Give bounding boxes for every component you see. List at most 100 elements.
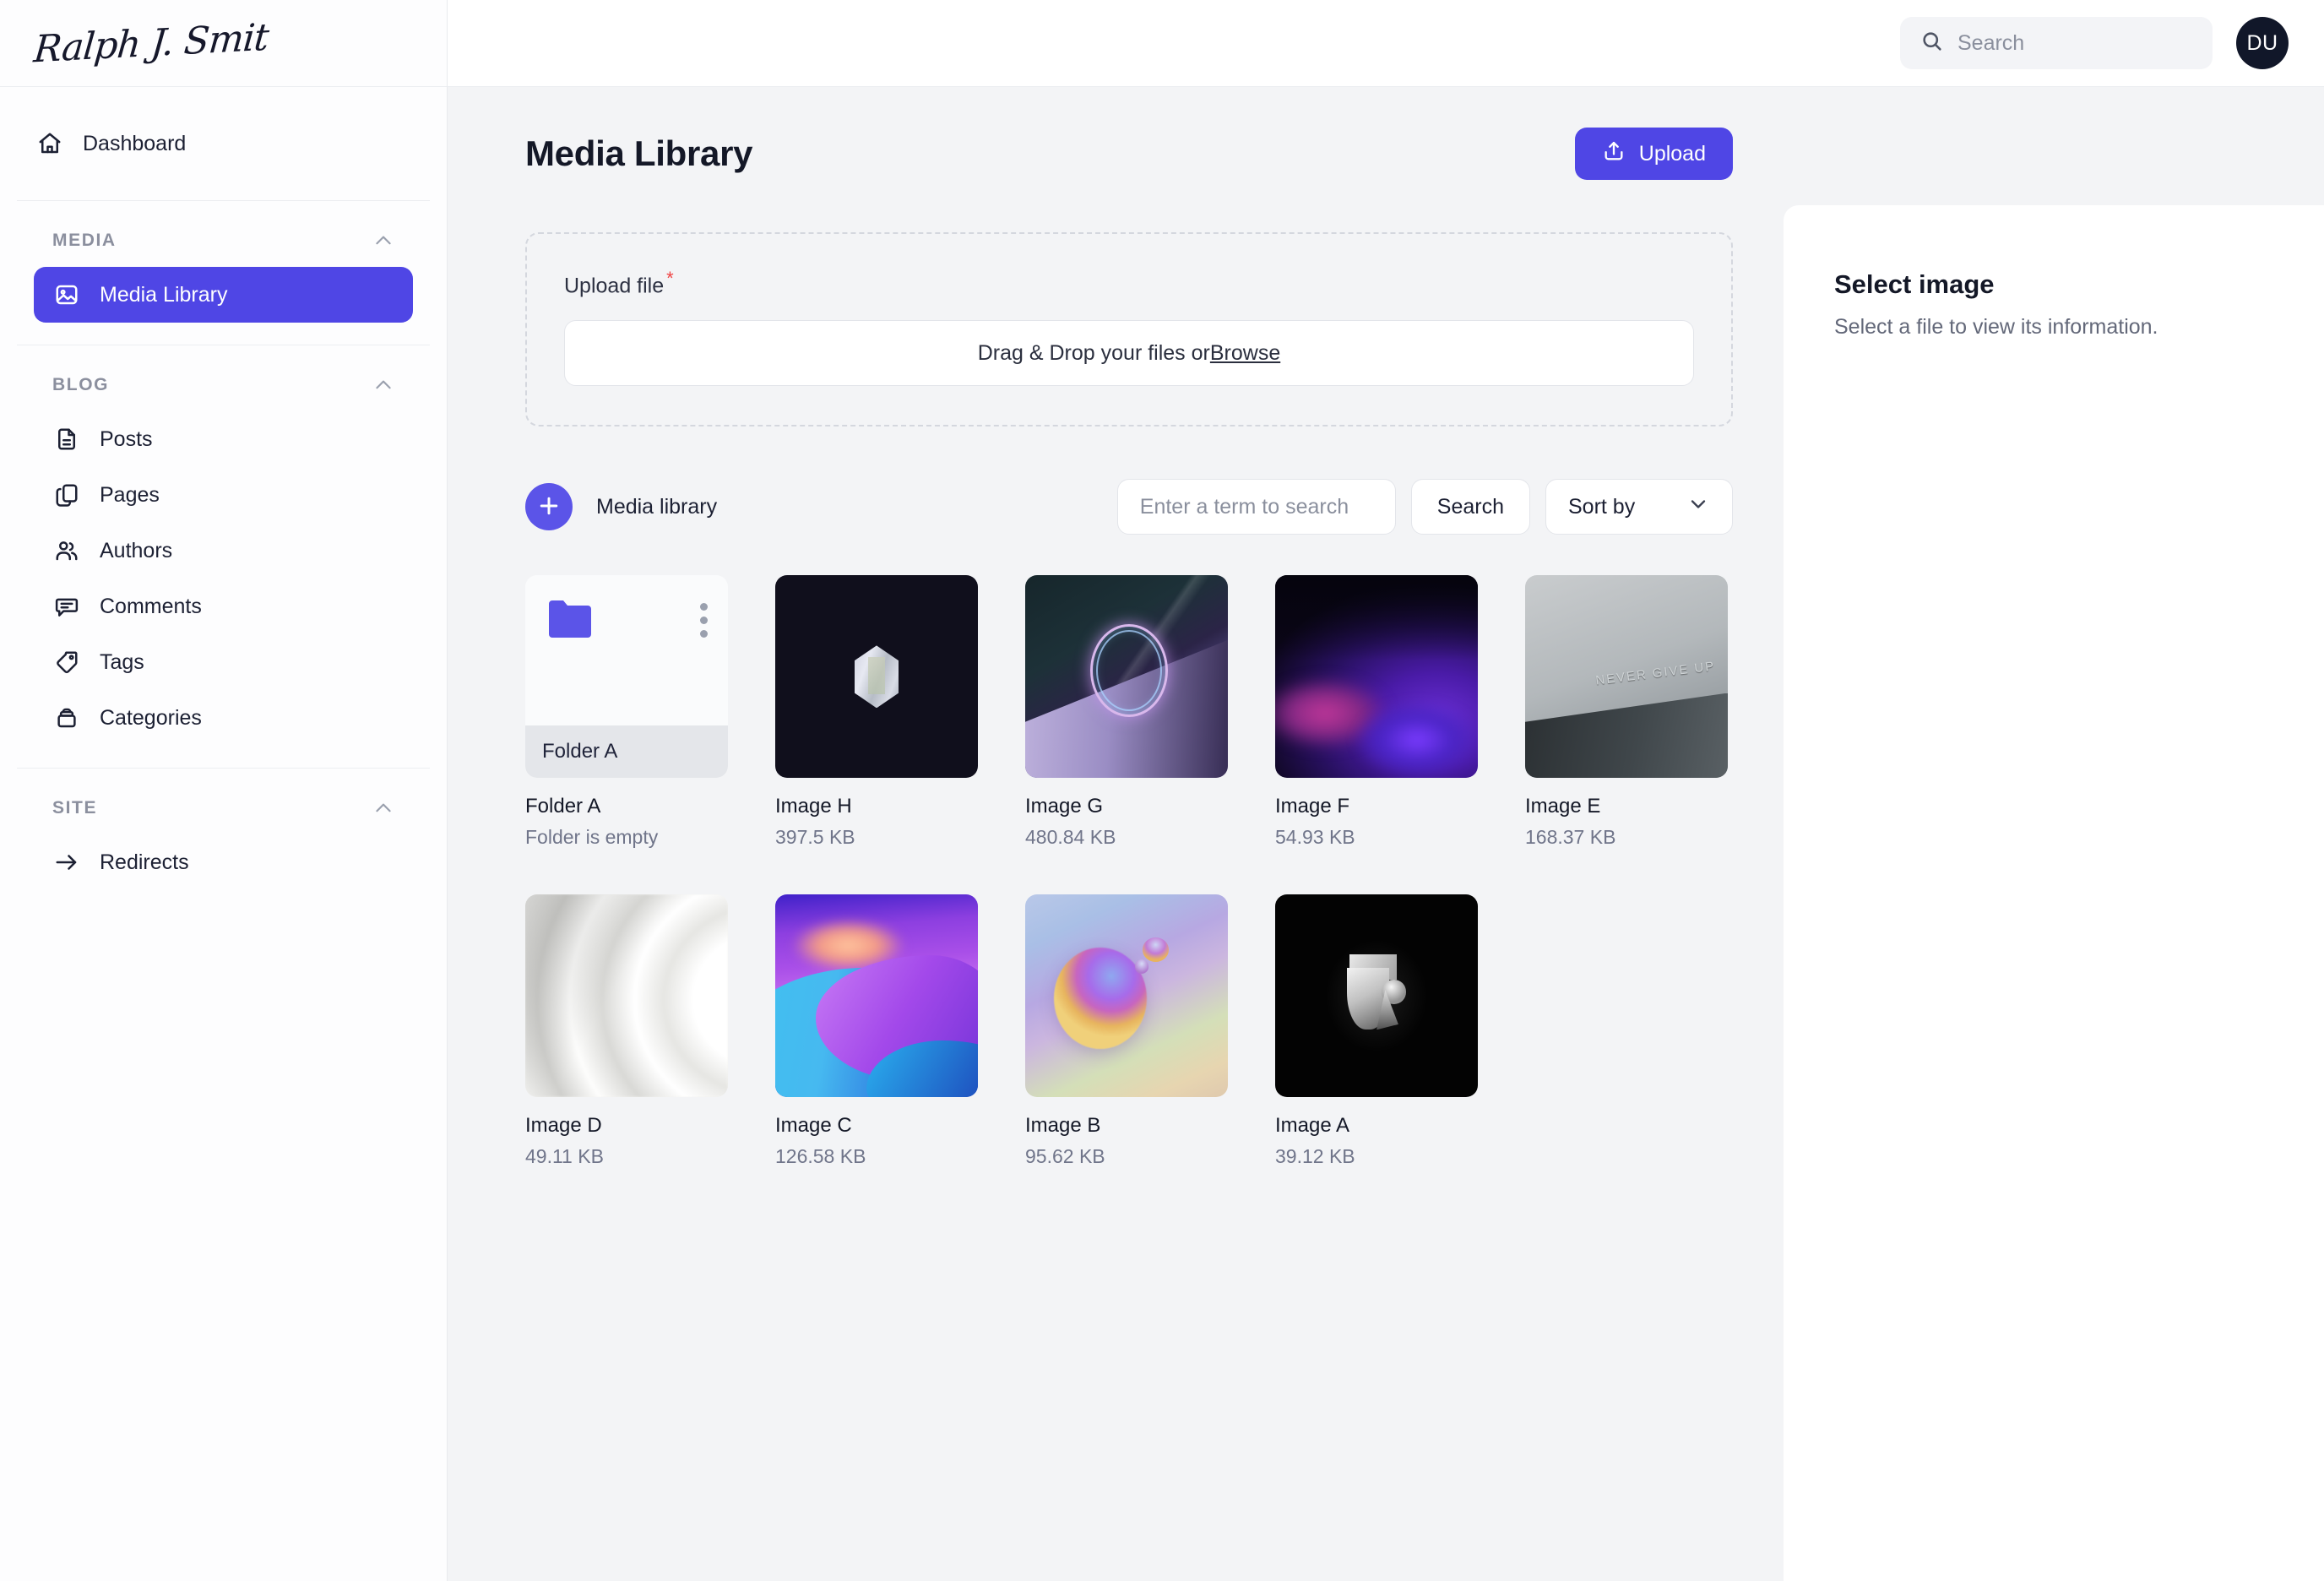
sidebar-item-pages[interactable]: Pages <box>34 467 413 523</box>
media-tile-meta: 39.12 KB <box>1275 1145 1355 1168</box>
library-search-input[interactable] <box>1116 479 1396 535</box>
media-tile-name: Image G <box>1025 795 1104 818</box>
media-tile-image-h[interactable]: Image H 397.5 KB <box>775 575 978 849</box>
media-tile-name: Image H <box>775 795 852 818</box>
media-tile-meta: 126.58 KB <box>775 1145 866 1168</box>
toolbar-controls: Search Sort by <box>1116 479 1733 535</box>
media-tile-name: Folder A <box>525 795 601 818</box>
comment-icon <box>52 592 81 621</box>
media-tile-image-a[interactable]: Image A 39.12 KB <box>1275 894 1478 1168</box>
folder-options-menu[interactable] <box>700 599 708 725</box>
sidebar-item-posts[interactable]: Posts <box>34 411 413 467</box>
sidebar-item-media-library[interactable]: Media Library <box>34 267 413 323</box>
sort-by-select[interactable]: Sort by <box>1545 479 1733 535</box>
content-body: Media Library Upload Upload file * Drag &… <box>448 87 2324 1581</box>
sidebar-item-redirects[interactable]: Redirects <box>34 834 413 890</box>
media-grid: Folder A Folder A Folder is empty Image … <box>525 575 1733 1168</box>
sidebar-item-label: Comments <box>100 594 202 618</box>
plus-icon <box>536 493 562 521</box>
sidebar-section-site: SITE Redirects <box>17 769 430 912</box>
document-icon <box>52 425 81 454</box>
add-folder-button[interactable] <box>525 483 573 531</box>
sidebar-item-label: Media Library <box>100 282 228 307</box>
chevron-up-icon[interactable] <box>372 230 394 252</box>
media-tile-meta: 95.62 KB <box>1025 1145 1105 1168</box>
media-tile-name: Image F <box>1275 795 1350 818</box>
app-root: Ralph J. Smit Dashboard MEDIA Media Libr… <box>0 0 2324 1581</box>
info-panel-subtitle: Select a file to view its information. <box>1834 315 2158 339</box>
sidebar-item-label: Posts <box>100 426 153 451</box>
media-thumbnail[interactable] <box>525 894 728 1098</box>
sidebar-section-header-blog[interactable]: BLOG <box>34 374 413 396</box>
brand-signature-text: Ralph J. Smit <box>31 15 270 71</box>
upload-button[interactable]: Upload <box>1574 128 1733 180</box>
sidebar-item-categories[interactable]: Categories <box>34 690 413 746</box>
media-thumbnail[interactable] <box>1275 575 1478 779</box>
dropzone[interactable]: Drag & Drop your files or Browse <box>564 320 1694 387</box>
media-tile-meta: 168.37 KB <box>1525 826 1616 849</box>
media-tile-folder[interactable]: Folder A Folder A Folder is empty <box>525 575 728 849</box>
sidebar-item-label: Tags <box>100 649 144 674</box>
media-tile-image-e[interactable]: NEVER GIVE UP Image E 168.37 KB <box>1525 575 1728 849</box>
media-tile-name: Image A <box>1275 1114 1350 1138</box>
media-thumbnail[interactable]: NEVER GIVE UP <box>1525 575 1728 779</box>
upload-file-card: Upload file * Drag & Drop your files or B… <box>525 232 1733 427</box>
media-thumbnail[interactable] <box>1025 894 1228 1098</box>
info-panel: Select image Select a file to view its i… <box>1784 205 2324 1581</box>
browse-link[interactable]: Browse <box>1210 341 1280 366</box>
image-icon <box>52 280 81 309</box>
media-tile-image-g[interactable]: Image G 480.84 KB <box>1025 575 1228 849</box>
breadcrumb-label[interactable]: Media library <box>596 495 717 519</box>
main-content: Media Library Upload Upload file * Drag &… <box>448 87 1784 1581</box>
sidebar-item-comments[interactable]: Comments <box>34 579 413 634</box>
media-thumbnail[interactable] <box>775 575 978 779</box>
sidebar-item-authors[interactable]: Authors <box>34 523 413 579</box>
search-input[interactable] <box>1957 30 2192 56</box>
required-asterisk: * <box>666 268 674 289</box>
dropzone-text: Drag & Drop your files or <box>977 340 1210 365</box>
media-thumbnail[interactable] <box>775 894 978 1098</box>
info-panel-title: Select image <box>1834 269 1995 299</box>
global-search[interactable] <box>1900 17 2213 69</box>
sidebar-section-header-media[interactable]: MEDIA <box>34 230 413 252</box>
media-tile-image-f[interactable]: Image F 54.93 KB <box>1275 575 1478 849</box>
sidebar-item-dashboard[interactable]: Dashboard <box>17 116 430 171</box>
media-tile-meta: 49.11 KB <box>525 1145 604 1168</box>
library-search-button[interactable]: Search <box>1410 479 1530 535</box>
chevron-down-icon <box>1686 492 1710 522</box>
media-tile-name: Image D <box>525 1114 602 1138</box>
page-title: Media Library <box>525 133 753 173</box>
sidebar-item-label: Categories <box>100 705 202 730</box>
media-tile-image-c[interactable]: Image C 126.58 KB <box>775 894 978 1168</box>
users-icon <box>52 536 81 565</box>
page-header: Media Library Upload <box>525 128 1733 180</box>
sidebar-section-title: SITE <box>52 798 98 818</box>
topbar: DU <box>448 0 2324 87</box>
avatar[interactable]: DU <box>2236 17 2289 69</box>
chevron-up-icon[interactable] <box>372 374 394 396</box>
sidebar-section-header-site[interactable]: SITE <box>34 797 413 819</box>
media-tile-image-d[interactable]: Image D 49.11 KB <box>525 894 728 1168</box>
media-tile-meta: Folder is empty <box>525 826 659 849</box>
sidebar-item-tags[interactable]: Tags <box>34 634 413 690</box>
sidebar-section-blog: BLOG Posts Pages Authors Comments Tags C… <box>17 345 430 769</box>
chevron-up-icon[interactable] <box>372 797 394 819</box>
media-thumbnail[interactable] <box>1025 575 1228 779</box>
arrow-right-icon <box>52 848 81 877</box>
sidebar: Ralph J. Smit Dashboard MEDIA Media Libr… <box>0 0 448 1581</box>
media-thumbnail[interactable] <box>1275 894 1478 1098</box>
sidebar-section-media: MEDIA Media Library <box>17 201 430 345</box>
sort-by-label: Sort by <box>1568 494 1636 519</box>
search-icon <box>1920 30 1944 57</box>
sidebar-item-label: Dashboard <box>83 131 187 155</box>
library-toolbar: Media library Search Sort by <box>525 479 1733 535</box>
media-tile-image-b[interactable]: Image B 95.62 KB <box>1025 894 1228 1168</box>
media-tile-name: Image C <box>775 1114 852 1138</box>
home-icon <box>35 129 64 158</box>
folder-caption: Folder A <box>525 725 728 779</box>
folder-thumbnail[interactable]: Folder A <box>525 575 728 779</box>
sidebar-item-label: Authors <box>100 538 173 562</box>
archive-icon <box>52 704 81 732</box>
media-tile-meta: 480.84 KB <box>1025 826 1116 849</box>
brand-logo[interactable]: Ralph J. Smit <box>0 0 447 87</box>
